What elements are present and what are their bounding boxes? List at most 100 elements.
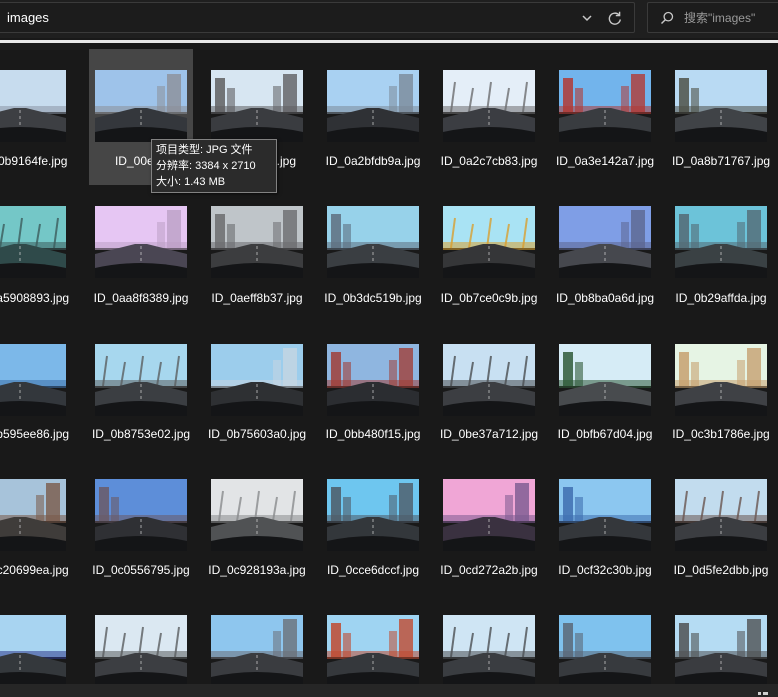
file-name: ID_0cce6dccf.jpg [326,563,420,577]
file-item[interactable]: ID_0b75603a0.jpg [205,322,309,458]
file-item[interactable] [669,594,773,697]
file-item[interactable]: ID_0bb480f15.jpg [321,322,425,458]
file-thumbnail [95,615,187,687]
file-name: ID_0a8b71767.jpg [671,154,771,168]
file-item[interactable]: ID_0aa8f8389.jpg [89,186,193,322]
file-thumbnail [211,615,303,687]
file-thumbnail [0,479,66,551]
file-item[interactable] [205,594,309,697]
file-name: ID_0b8ba0a6d.jpg [555,291,655,305]
file-name: ID_0a3e142a7.jpg [555,154,655,168]
address-bar[interactable]: images [0,2,635,33]
file-item[interactable] [553,594,657,697]
file-item[interactable]: ID_0a5908893.jpg [0,186,72,322]
file-name: ID_0d5fe2dbb.jpg [673,563,769,577]
file-thumbnail [95,344,187,416]
file-name: ID_0a2bfdb9a.jpg [325,154,421,168]
file-name: ID_0bb480f15.jpg [325,427,421,441]
file-name: ID_0c0556795.jpg [92,563,190,577]
file-thumbnail [327,70,419,142]
chevron-down-icon[interactable] [577,7,597,29]
file-item[interactable] [437,594,541,697]
file-name: ID_0b75603a0.jpg [207,427,307,441]
search-box[interactable] [647,2,778,33]
file-thumbnail [675,479,767,551]
file-item[interactable]: ID_0b8753e02.jpg [89,322,193,458]
file-thumbnail [675,615,767,687]
file-thumbnail [95,479,187,551]
file-thumbnail [0,344,66,416]
file-item[interactable]: ID_0cd272a2b.jpg [437,458,541,594]
file-thumbnail [559,70,651,142]
tooltip-resolution: 分辨率: 3384 x 2710 [156,160,256,172]
file-thumbnail [95,206,187,278]
file-item[interactable]: ID_0c928193a.jpg [205,458,309,594]
file-grid: ID_00b9164fe.jpgID_00e05ID_00e3de.jpgID_… [0,43,778,697]
file-name: ID_0b595ee86.jpg [0,427,70,441]
file-thumbnail [327,615,419,687]
file-name: ID_0bfb67d04.jpg [557,427,653,441]
file-thumbnail [0,70,66,142]
file-thumbnail [443,479,535,551]
file-thumbnail [443,615,535,687]
file-item[interactable]: ID_0a8b71767.jpg [669,49,773,185]
refresh-icon[interactable] [604,7,626,29]
file-item[interactable]: ID_0be37a712.jpg [437,322,541,458]
search-icon [660,11,674,25]
file-name: ID_0a2c7cb83.jpg [440,154,538,168]
file-name: ID_0c20699ea.jpg [0,563,69,577]
file-name: ID_0be37a712.jpg [439,427,539,441]
file-thumbnail [443,344,535,416]
file-name: ID_0aeff8b37.jpg [211,291,303,305]
file-item[interactable]: ID_0c0556795.jpg [89,458,193,594]
address-path: images [7,10,49,25]
title-bar: images [0,0,778,38]
tooltip-size: 大小: 1.43 MB [156,176,226,188]
view-toggle-icon[interactable] [758,687,768,695]
search-input[interactable] [684,8,778,28]
file-item[interactable]: ID_0cf32c30b.jpg [553,458,657,594]
file-thumbnail [0,615,66,687]
file-info-tooltip: 项目类型: JPG 文件 分辨率: 3384 x 2710 大小: 1.43 M… [151,139,277,193]
tooltip-type: 项目类型: JPG 文件 [156,144,253,156]
file-item[interactable] [89,594,193,697]
file-thumbnail [559,206,651,278]
file-item[interactable]: ID_0b7ce0c9b.jpg [437,186,541,322]
file-item[interactable]: ID_0b8ba0a6d.jpg [553,186,657,322]
file-item[interactable]: ID_0c3b1786e.jpg [669,322,773,458]
file-name: ID_0c3b1786e.jpg [672,427,770,441]
file-item[interactable]: ID_0b29affda.jpg [669,186,773,322]
file-item[interactable]: ID_0a3e142a7.jpg [553,49,657,185]
file-thumbnail [675,206,767,278]
file-thumbnail [327,479,419,551]
file-name: ID_0cd272a2b.jpg [440,563,538,577]
file-thumbnail [559,615,651,687]
file-thumbnail [559,344,651,416]
file-item[interactable]: ID_0b595ee86.jpg [0,322,72,458]
file-thumbnail [0,206,66,278]
file-item[interactable] [0,594,72,697]
status-bar [0,684,778,697]
file-thumbnail [443,70,535,142]
file-item[interactable]: ID_0bfb67d04.jpg [553,322,657,458]
file-thumbnail [211,479,303,551]
file-item[interactable]: ID_0a2bfdb9a.jpg [321,49,425,185]
file-item[interactable]: ID_0d5fe2dbb.jpg [669,458,773,594]
file-name: ID_0aa8f8389.jpg [93,291,189,305]
file-name: ID_0b7ce0c9b.jpg [440,291,538,305]
file-item[interactable]: ID_0cce6dccf.jpg [321,458,425,594]
file-item[interactable]: ID_0aeff8b37.jpg [205,186,309,322]
file-item[interactable]: ID_0b3dc519b.jpg [321,186,425,322]
file-name: ID_0b3dc519b.jpg [324,291,422,305]
file-thumbnail [211,206,303,278]
file-item[interactable] [321,594,425,697]
file-item[interactable]: ID_0c20699ea.jpg [0,458,72,594]
file-thumbnail [211,70,303,142]
file-name: ID_0cf32c30b.jpg [558,563,652,577]
file-item[interactable]: ID_0a2c7cb83.jpg [437,49,541,185]
file-thumbnail [327,344,419,416]
file-item[interactable]: ID_00b9164fe.jpg [0,49,72,185]
file-thumbnail [559,479,651,551]
file-thumbnail [211,344,303,416]
file-name: ID_0a5908893.jpg [0,291,70,305]
